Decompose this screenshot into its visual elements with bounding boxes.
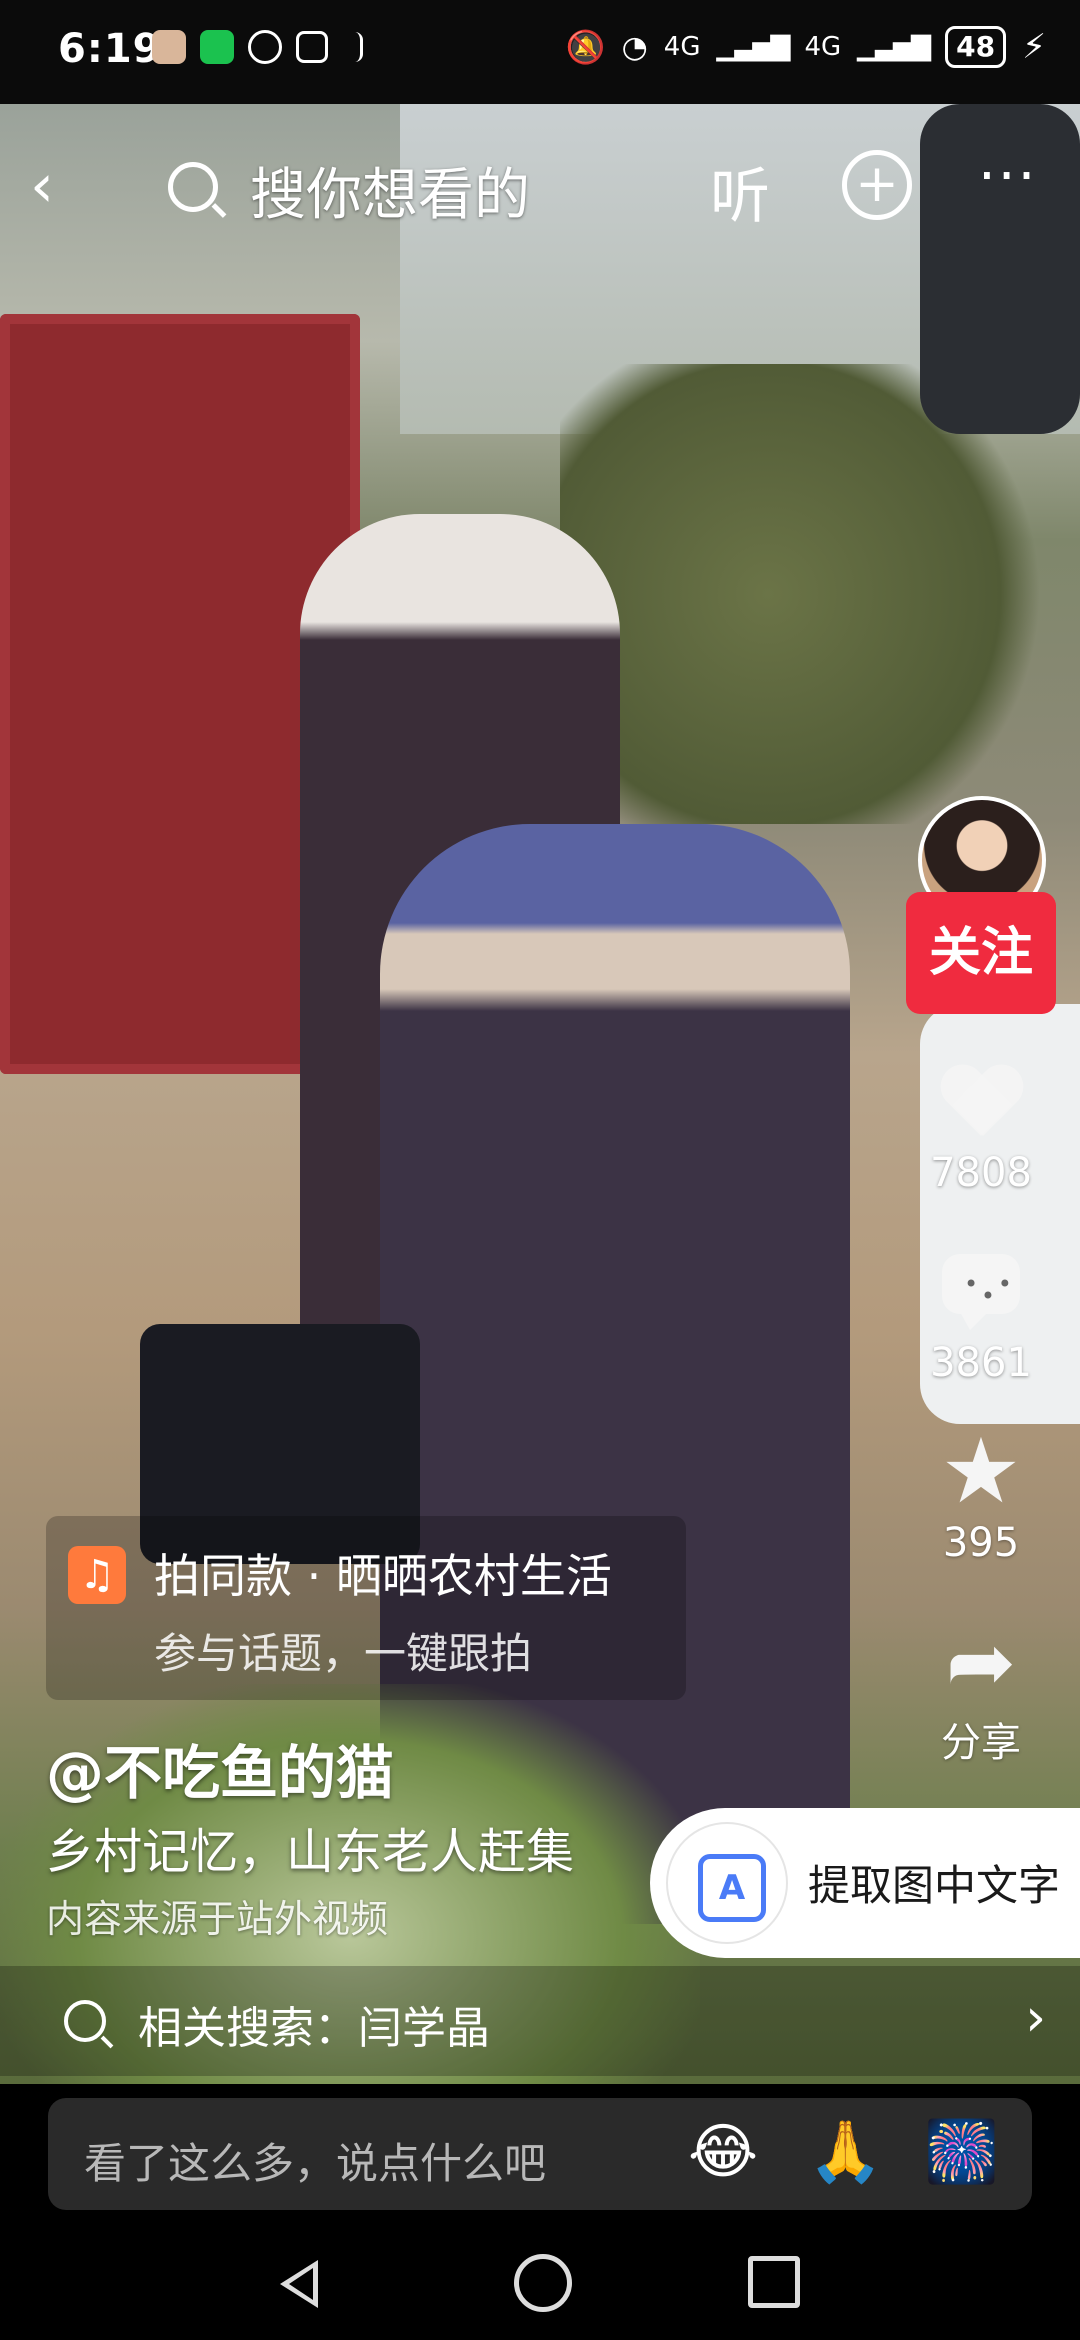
post-description[interactable]: 乡村记忆，山东老人赶集 — [46, 1812, 574, 1882]
status-right: 🔕 ◔ 4G ▁▃▅▇ 4G ▁▃▅▇ 48 ⚡ — [566, 26, 1046, 68]
top-bar: ‹ 搜你想看的 听 + ··· — [0, 104, 1080, 264]
like-button[interactable]: 7808 — [906, 1060, 1056, 1196]
emoji-firework-icon[interactable]: 🎆 — [924, 2120, 999, 2184]
emoji-laugh-icon[interactable]: 😂 — [688, 2120, 758, 2184]
chevron-right-icon: › — [1025, 1988, 1046, 2048]
wechat-icon — [200, 30, 234, 64]
nav-recents-icon[interactable] — [748, 2256, 800, 2308]
extract-text-button[interactable]: A 提取图中文字 — [650, 1808, 1080, 1958]
status-bar: 6:19 🔕 ◔ 4G ▁▃▅▇ 4G ▁▃▅▇ 48 ⚡ — [0, 0, 1080, 104]
heart-icon — [939, 1060, 1023, 1144]
signal-bars-icon: ▁▃▅▇ — [716, 32, 790, 62]
share-button[interactable]: ➦ 分享 — [906, 1620, 1056, 1768]
emoji-pray-icon[interactable]: 🙏 — [808, 2120, 883, 2184]
like-count: 7808 — [930, 1150, 1032, 1196]
add-icon[interactable]: + — [842, 150, 912, 220]
same-style-card[interactable]: ♫ 拍同款 · 晒晒农村生活 参与话题，一键跟拍 — [46, 1516, 686, 1700]
system-navigation — [0, 2234, 1080, 2334]
signal-label-1: 4G — [663, 32, 701, 62]
comment-input[interactable]: 看了这么多，说点什么吧 😂 🙏 🎆 — [48, 2098, 1032, 2210]
star-icon: ★ — [940, 1419, 1022, 1524]
nav-home-icon[interactable] — [514, 2254, 572, 2312]
share-arrow-icon: ➦ — [945, 1613, 1017, 1711]
battery-level: 48 — [945, 26, 1007, 68]
listen-button[interactable]: 听 — [710, 148, 770, 235]
signal-bars-icon-2: ▁▃▅▇ — [857, 32, 931, 62]
comment-button[interactable]: • • • 3861 — [906, 1254, 1056, 1386]
follow-button[interactable]: 关注 — [906, 892, 1056, 1014]
share-label: 分享 — [941, 1720, 1021, 1766]
same-style-title: 拍同款 · 晒晒农村生活 — [154, 1549, 612, 1603]
search-input[interactable]: 搜你想看的 — [250, 150, 530, 231]
comment-placeholder: 看了这么多，说点什么吧 — [84, 2139, 547, 2188]
charging-bolt-icon: ⚡ — [1022, 27, 1046, 67]
nfc-icon — [296, 31, 328, 63]
more-options-button[interactable]: ··· — [978, 144, 1037, 209]
mute-bell-icon: 🔕 — [565, 28, 606, 66]
bluetooth-icon — [342, 32, 363, 62]
search-icon[interactable] — [168, 162, 218, 212]
ocr-icon: A — [666, 1822, 788, 1944]
same-style-subtitle: 参与话题，一键跟拍 — [154, 1629, 533, 1678]
wifi-icon: ◔ — [621, 29, 648, 65]
huawei-icon — [152, 30, 186, 64]
favorite-button[interactable]: ★ 395 — [906, 1419, 1056, 1567]
comment-bubble-icon: • • • — [939, 1254, 1023, 1334]
speedometer-icon — [248, 30, 282, 64]
status-time: 6:19 — [58, 26, 162, 72]
ocr-icon-letter: A — [698, 1854, 766, 1922]
bottom-area: 看了这么多，说点什么吧 😂 🙏 🎆 — [0, 2084, 1080, 2340]
back-icon[interactable]: ‹ — [30, 156, 54, 216]
nav-back-icon[interactable] — [280, 2260, 318, 2308]
author-name[interactable]: @不吃鱼的猫 — [46, 1726, 394, 1810]
music-note-icon: ♫ — [68, 1546, 126, 1604]
related-search-text: 相关搜索：闫学晶 — [138, 2003, 490, 2054]
source-note: 内容来源于站外视频 — [46, 1897, 389, 1941]
status-app-icons — [152, 30, 363, 64]
favorite-count: 395 — [942, 1520, 1020, 1566]
related-search-bar[interactable]: 相关搜索：闫学晶 › — [0, 1966, 1080, 2076]
extract-text-label: 提取图中文字 — [808, 1861, 1061, 1910]
signal-label-2: 4G — [804, 32, 842, 62]
comment-count: 3861 — [930, 1340, 1032, 1386]
search-icon — [64, 2000, 106, 2042]
